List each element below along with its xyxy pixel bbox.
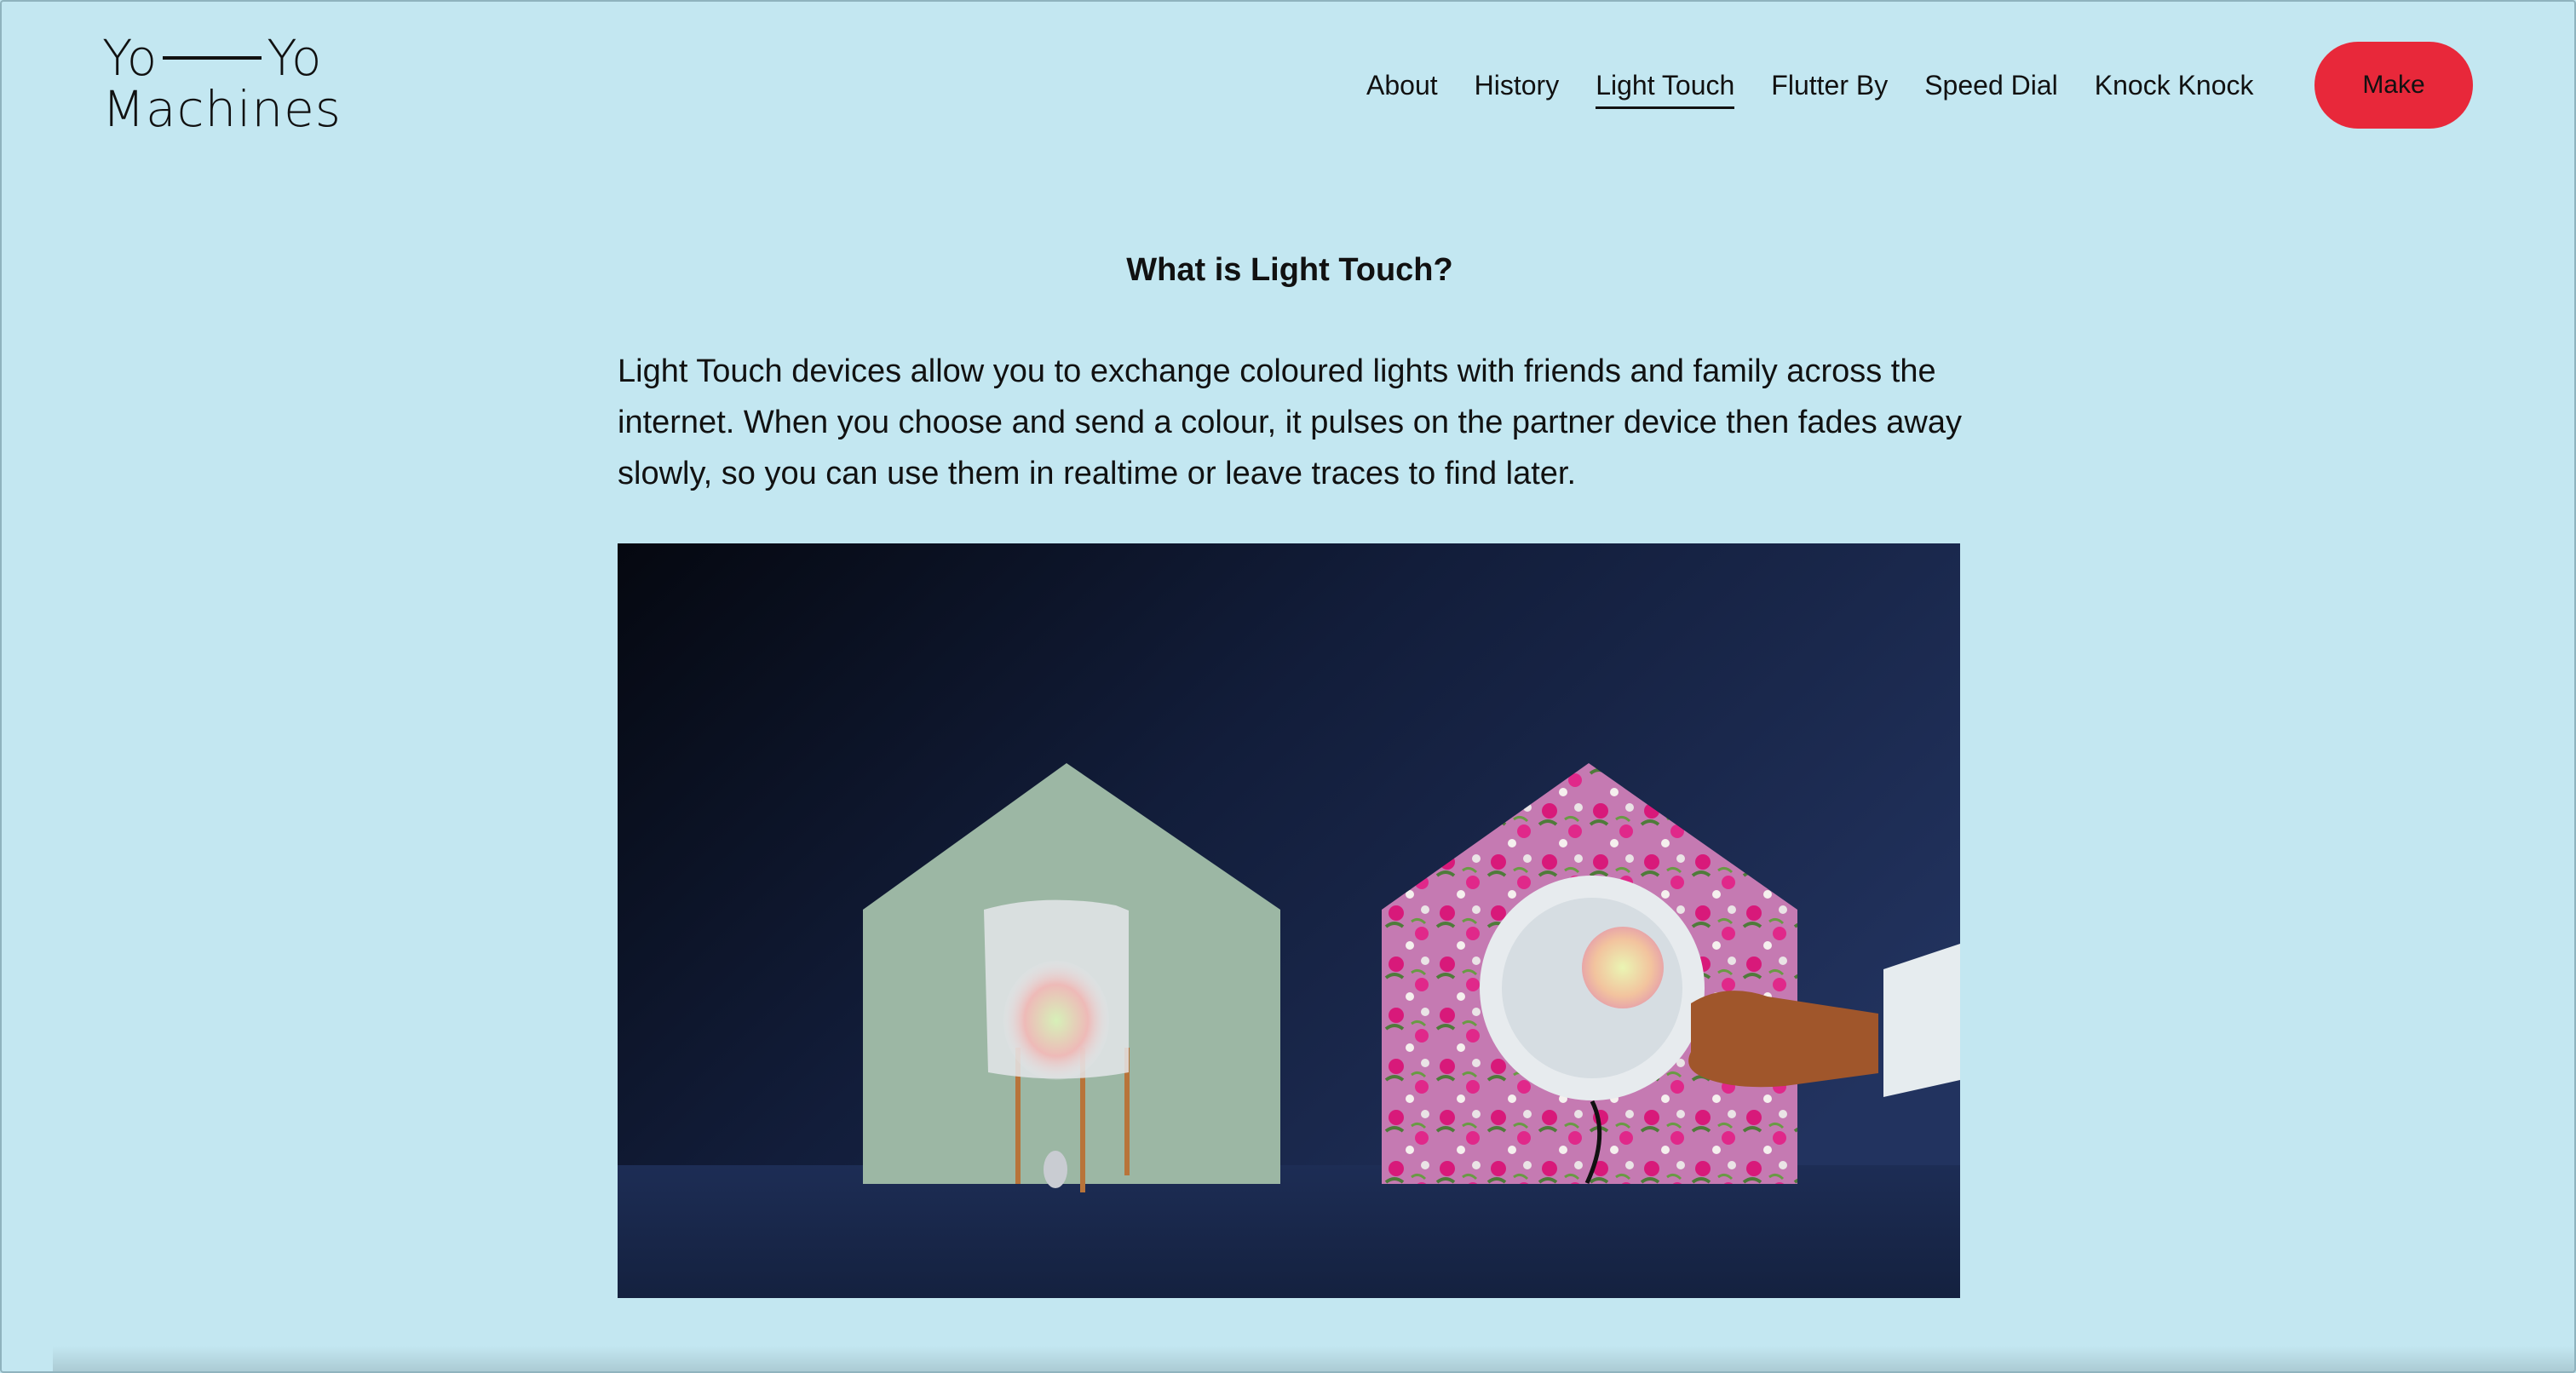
logo-dash bbox=[163, 56, 262, 60]
light-touch-devices-photo bbox=[618, 543, 1960, 1298]
nav-item-history[interactable]: History bbox=[1475, 65, 1560, 106]
nav-item-knock-knock[interactable]: Knock Knock bbox=[2095, 65, 2254, 106]
page: Yo Yo Machines About History Light Touch… bbox=[0, 0, 2576, 1373]
logo-row-top: Yo Yo bbox=[102, 32, 342, 83]
logo-word-yo-right: Yo bbox=[267, 29, 323, 87]
logo-word-yo-left: Yo bbox=[102, 29, 158, 87]
section-heading: What is Light Touch? bbox=[1126, 252, 1453, 288]
nav-item-about[interactable]: About bbox=[1366, 65, 1438, 106]
bottom-edge-shadow bbox=[53, 1346, 2574, 1371]
intro-paragraph: Light Touch devices allow you to exchang… bbox=[618, 353, 1963, 491]
nav-item-light-touch[interactable]: Light Touch bbox=[1596, 65, 1735, 109]
main-nav: About History Light Touch Flutter By Spe… bbox=[1366, 65, 2291, 109]
logo-word-machines: Machines bbox=[102, 80, 342, 138]
yo-yo-machines-logo[interactable]: Yo Yo Machines bbox=[102, 32, 342, 135]
nav-item-speed-dial[interactable]: Speed Dial bbox=[1924, 65, 2058, 106]
make-button[interactable]: Make bbox=[2314, 42, 2473, 129]
nav-item-flutter-by[interactable]: Flutter By bbox=[1771, 65, 1888, 106]
